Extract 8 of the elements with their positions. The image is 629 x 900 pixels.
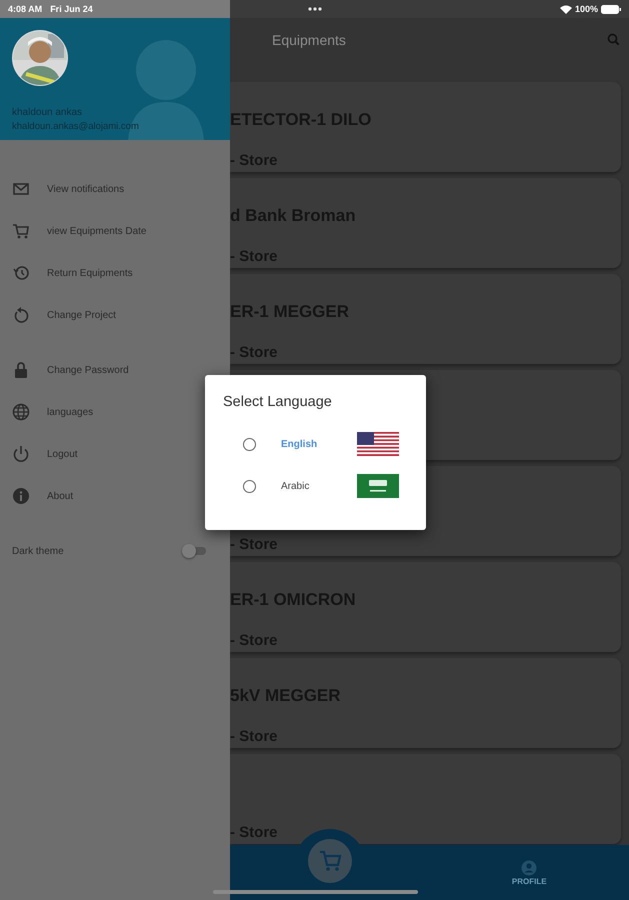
dialog-title: Select Language [223, 394, 332, 410]
user-name: khaldoun ankas [12, 107, 84, 118]
dark-theme-label: Dark theme [12, 546, 64, 556]
battery-percent: 100% [574, 4, 598, 14]
user-email: khaldoun.ankas@alojami.com [12, 121, 140, 132]
app-bar-title: Equipments [272, 32, 346, 48]
status-time: 4:08 AM [8, 4, 42, 14]
status-date: Fri Jun 24 [50, 4, 93, 14]
